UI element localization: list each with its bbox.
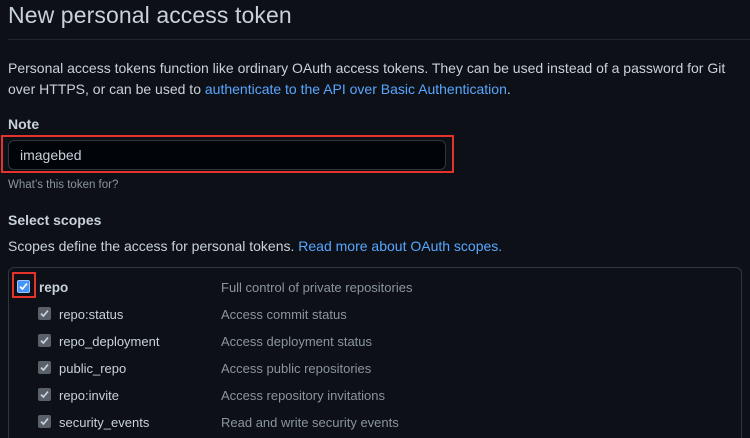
scope-name: repo:invite (59, 388, 119, 403)
scope-description: Access commit status (221, 307, 347, 322)
scopes-description-text: Scopes define the access for personal to… (8, 238, 299, 254)
public-repo-checkbox[interactable] (38, 361, 51, 374)
scope-name: repo (39, 280, 69, 295)
scope-row-public-repo: public_repo Access public repositories (9, 355, 741, 382)
scope-row-repo-invite: repo:invite Access repository invitation… (9, 382, 741, 409)
scope-description: Access public repositories (221, 361, 372, 376)
repo-status-checkbox[interactable] (38, 307, 51, 320)
note-input[interactable] (8, 140, 446, 170)
basic-auth-link[interactable]: authenticate to the API over Basic Authe… (205, 81, 507, 97)
intro-text-end: . (506, 81, 511, 97)
repo-invite-checkbox[interactable] (38, 388, 51, 401)
scope-row-repo-status: repo:status Access commit status (9, 301, 741, 328)
scope-name: repo_deployment (59, 334, 160, 349)
scope-description: Read and write security events (221, 415, 399, 430)
check-icon (40, 337, 49, 345)
check-icon (40, 364, 49, 372)
page-title: New personal access token (8, 2, 292, 28)
scope-row-repo: repo Full control of private repositorie… (9, 274, 741, 301)
scopes-list: repo Full control of private repositorie… (8, 267, 742, 438)
scope-name: public_repo (59, 361, 127, 376)
security-events-checkbox[interactable] (38, 415, 51, 428)
scope-description: Access deployment status (221, 334, 373, 349)
note-hint: What’s this token for? (8, 179, 119, 191)
intro-paragraph: Personal access tokens function like ord… (8, 58, 748, 100)
check-icon (40, 310, 49, 318)
scope-name: security_events (59, 415, 150, 430)
repo-checkbox-highlight (12, 272, 36, 298)
scope-row-security-events: security_events Read and write security … (9, 409, 741, 436)
scope-description: Access repository invitations (221, 388, 386, 403)
scope-name: repo:status (59, 307, 124, 322)
scope-row-repo-deployment: repo_deployment Access deployment status (9, 328, 741, 355)
new-token-page: New personal access token Personal acces… (0, 0, 750, 438)
scopes-description: Scopes define the access for personal to… (8, 238, 502, 254)
check-icon (40, 391, 49, 399)
note-label: Note (8, 116, 40, 132)
scopes-heading: Select scopes (8, 212, 102, 228)
oauth-scopes-link[interactable]: Read more about OAuth scopes. (298, 238, 502, 254)
repo-deployment-checkbox[interactable] (38, 334, 51, 347)
title-divider (8, 39, 750, 40)
check-icon (40, 418, 49, 426)
scope-description: Full control of private repositories (221, 280, 413, 295)
